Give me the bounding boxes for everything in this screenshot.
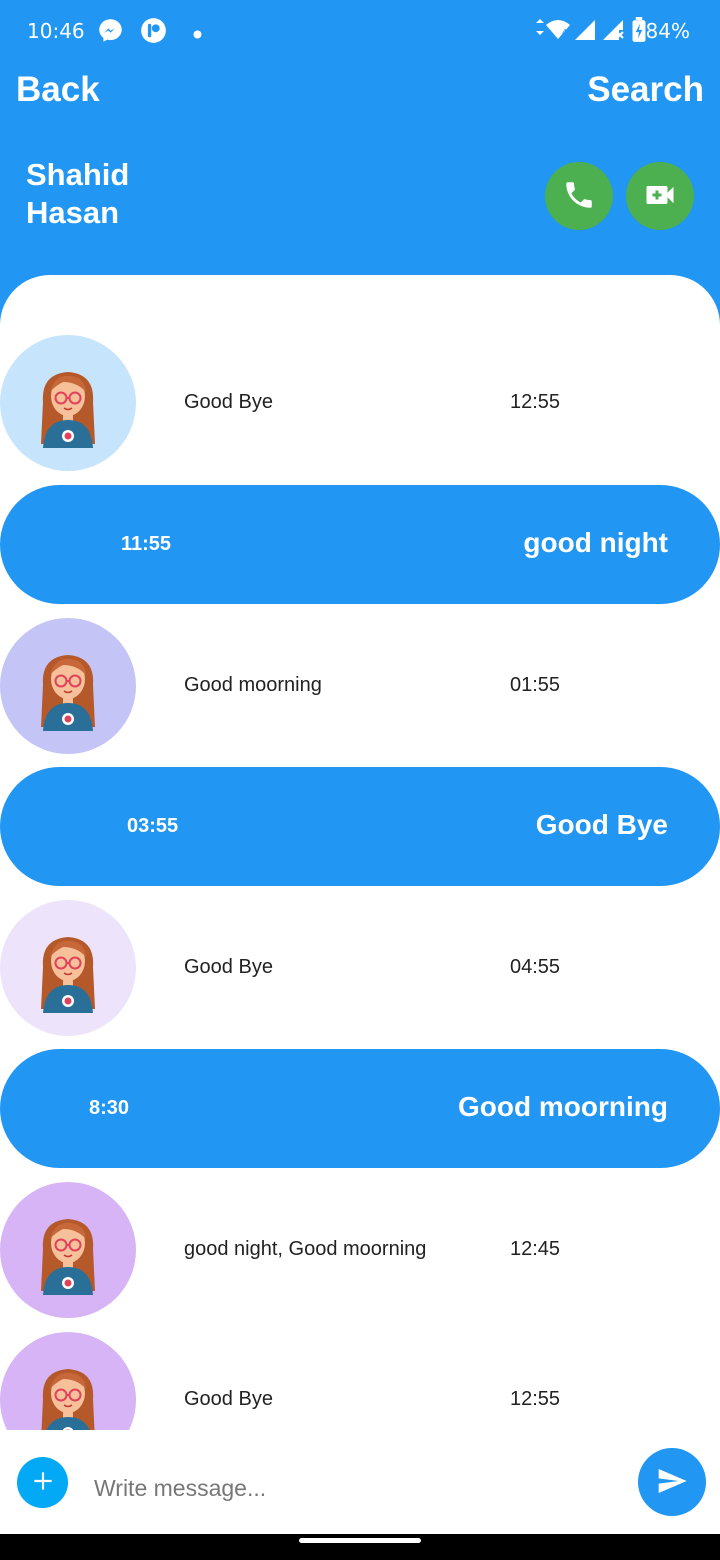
signal-icon <box>573 17 597 48</box>
battery-percentage: 84% <box>645 19 690 43</box>
app-notification-icon <box>140 17 167 49</box>
girl-avatar-icon <box>41 1369 95 1430</box>
message-text: Good Bye <box>535 809 668 840</box>
outgoing-message[interactable]: 8:30 Good moorning <box>0 1049 720 1168</box>
message-text: Good Bye <box>184 956 273 978</box>
girl-avatar-icon <box>41 372 95 448</box>
plus-icon <box>30 1468 56 1497</box>
avatar <box>0 618 136 754</box>
message-time: 03:55 <box>127 815 179 837</box>
messenger-icon <box>97 17 124 49</box>
message-time: 8:30 <box>89 1097 130 1119</box>
home-gesture-handle[interactable] <box>299 1538 421 1543</box>
add-attachment-button[interactable] <box>17 1457 68 1508</box>
incoming-message[interactable]: good night, Good moorning 12:45 <box>0 1182 720 1318</box>
search-button[interactable]: Search <box>587 70 704 110</box>
message-time: 04:55 <box>510 956 561 978</box>
message-text: Good moorning <box>184 674 322 696</box>
status-time: 10:46 <box>27 19 85 43</box>
incoming-message[interactable]: Good Bye 04:55 <box>0 900 720 1036</box>
message-time: 11:55 <box>121 533 172 555</box>
avatar <box>0 900 136 1036</box>
message-input[interactable] <box>94 1468 614 1508</box>
message-time: 01:55 <box>510 674 561 696</box>
contact-name: Shahid Hasan <box>26 157 130 230</box>
message-text: good night, Good moorning <box>184 1238 427 1260</box>
message-time: 12:55 <box>510 391 561 413</box>
message-composer <box>0 1430 720 1534</box>
back-button[interactable]: Back <box>16 70 100 110</box>
message-time: 12:45 <box>510 1238 561 1260</box>
send-button[interactable] <box>638 1448 706 1516</box>
message-text: Good Bye <box>184 391 273 413</box>
message-text: good night <box>523 527 668 558</box>
incoming-message[interactable]: Good Bye 12:55 <box>0 335 720 471</box>
outgoing-message[interactable]: 11:55 good night <box>0 485 720 604</box>
girl-avatar-icon <box>41 1219 95 1295</box>
message-time: 12:55 <box>510 1388 561 1410</box>
signal-no-icon <box>601 17 625 48</box>
video-call-button[interactable] <box>626 162 694 230</box>
send-icon <box>656 1465 688 1500</box>
girl-avatar-icon <box>41 655 95 731</box>
message-text: Good moorning <box>458 1091 668 1122</box>
avatar <box>0 1182 136 1318</box>
voice-call-button[interactable] <box>545 162 613 230</box>
system-navigation-bar <box>0 1534 720 1560</box>
incoming-message[interactable]: Good moorning 01:55 <box>0 618 720 754</box>
outgoing-message[interactable]: 03:55 Good Bye <box>0 767 720 886</box>
avatar <box>0 1332 136 1430</box>
phone-icon <box>562 178 596 215</box>
wifi-icon: 4 <box>534 17 572 48</box>
incoming-message[interactable]: Good Bye 12:55 <box>0 1332 720 1430</box>
svg-text:4: 4 <box>562 28 567 37</box>
chat-message-list[interactable]: Good Bye 12:55 11:55 good night Good moo… <box>0 275 720 1430</box>
avatar <box>0 335 136 471</box>
dot-icon <box>193 26 202 44</box>
message-text: Good Bye <box>184 1388 273 1410</box>
video-call-icon <box>642 177 678 216</box>
girl-avatar-icon <box>41 937 95 1013</box>
status-bar: 10:46 4 84% <box>0 0 720 60</box>
